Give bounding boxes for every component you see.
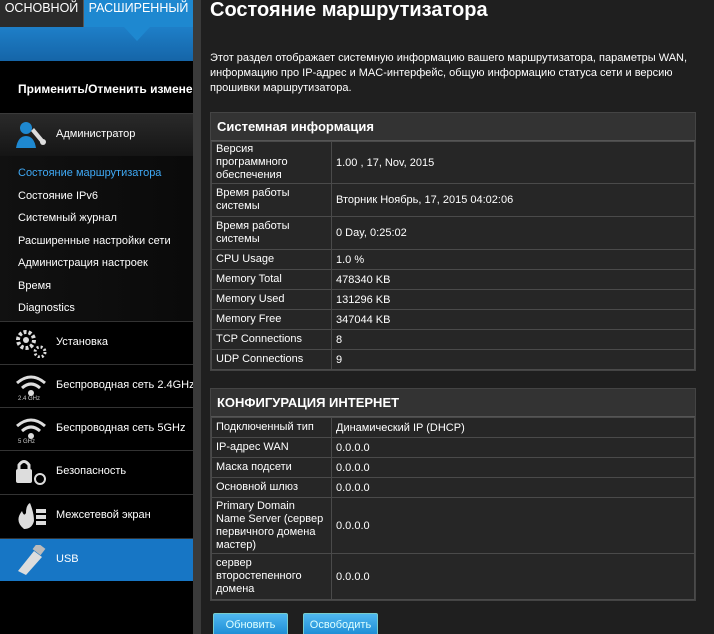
sidebar-item-setup[interactable]: Установка bbox=[0, 321, 193, 364]
main-content: Состояние маршрутизатора Этот раздел ото… bbox=[193, 0, 714, 634]
row-value: Вторник Ноябрь, 17, 2015 04:02:06 bbox=[331, 183, 695, 217]
row-value: 0 Day, 0:25:02 bbox=[331, 216, 695, 250]
row-value: 1.00 , 17, Nov, 2015 bbox=[331, 141, 695, 184]
row-value: 0.0.0.0 bbox=[331, 457, 695, 478]
table-row: UDP Connections 9 bbox=[211, 349, 695, 370]
table-row: сервер второстепенного домена 0.0.0.0 bbox=[211, 553, 695, 600]
row-key: Время работы системы bbox=[211, 216, 332, 250]
page-description: Этот раздел отображает системную информа… bbox=[210, 52, 688, 94]
sidebar-item-usb[interactable]: USB bbox=[0, 538, 193, 581]
table-row: Primary Domain Name Server (сервер перви… bbox=[211, 497, 695, 554]
system-info-title: Системная информация bbox=[211, 113, 695, 141]
table-row: TCP Connections 8 bbox=[211, 329, 695, 350]
table-row: Memory Total 478340 KB bbox=[211, 269, 695, 290]
row-key: Memory Total bbox=[211, 269, 332, 290]
sidebar-label-admin: Администратор bbox=[56, 128, 136, 140]
wifi-5-badge: 5 GHz bbox=[18, 439, 36, 445]
row-value: 0.0.0.0 bbox=[331, 437, 695, 458]
row-key: сервер второстепенного домена bbox=[211, 553, 332, 600]
tab-basic[interactable]: ОСНОВНОЙ bbox=[0, 0, 84, 27]
row-value: 1.0 % bbox=[331, 249, 695, 270]
system-info-panel: Системная информация Версия программного… bbox=[210, 112, 696, 371]
row-key: Версия программного обеспечения bbox=[211, 141, 332, 184]
submenu-ipv6-status[interactable]: Состояние IPv6 bbox=[0, 185, 193, 208]
row-key: UDP Connections bbox=[211, 349, 332, 370]
table-row: Версия программного обеспечения 1.00 , 17… bbox=[211, 141, 695, 184]
sidebar-item-wifi-24[interactable]: 2.4 GHz Беспроводная сеть 2.4GHz bbox=[0, 364, 195, 407]
row-key: Memory Used bbox=[211, 289, 332, 310]
table-row: IP-адрес WAN 0.0.0.0 bbox=[211, 437, 695, 458]
sidebar-item-admin[interactable]: Администратор bbox=[0, 114, 193, 156]
row-value: 0.0.0.0 bbox=[331, 553, 695, 600]
row-value: 131296 KB bbox=[331, 289, 695, 310]
sidebar-section-admin: Администратор Состояние маршрутизатора С… bbox=[0, 113, 193, 321]
sidebar-item-wifi-5[interactable]: 5 GHz Беспроводная сеть 5GHz bbox=[0, 407, 193, 450]
row-key: TCP Connections bbox=[211, 329, 332, 350]
internet-config-title: КОНФИГУРАЦИЯ ИНТЕРНЕТ bbox=[211, 389, 695, 417]
row-key: Время работы системы bbox=[211, 183, 332, 217]
active-tab-arrow bbox=[124, 27, 150, 41]
sidebar-label-security: Безопасность bbox=[56, 465, 127, 477]
row-value: 347044 KB bbox=[331, 309, 695, 330]
system-info-table: Версия программного обеспечения 1.00 , 17… bbox=[211, 141, 695, 370]
row-key: Primary Domain Name Server (сервер перви… bbox=[211, 497, 332, 554]
sidebar-head-wifi-24: 2.4 GHz Беспроводная сеть 2.4GHz bbox=[0, 365, 195, 407]
submenu-system-log[interactable]: Системный журнал bbox=[0, 207, 193, 230]
admin-submenu: Состояние маршрутизатора Состояние IPv6 … bbox=[0, 162, 193, 320]
sidebar-label-setup: Установка bbox=[56, 336, 108, 348]
table-row: Memory Free 347044 KB bbox=[211, 309, 695, 330]
sidebar-label-wifi-5: Беспроводная сеть 5GHz bbox=[56, 422, 186, 434]
sidebar-label-wifi-24: Беспроводная сеть 2.4GHz bbox=[56, 379, 195, 391]
submenu-settings-admin[interactable]: Администрация настроек bbox=[0, 252, 193, 275]
sidebar-head-usb: USB bbox=[0, 539, 193, 581]
row-key: Memory Free bbox=[211, 309, 332, 330]
sidebar-head-security: Безопасность bbox=[0, 451, 193, 493]
table-row: Memory Used 131296 KB bbox=[211, 289, 695, 310]
sidebar-head-wifi-5: 5 GHz Беспроводная сеть 5GHz bbox=[0, 408, 193, 450]
submenu-router-status[interactable]: Состояние маршрутизатора bbox=[0, 162, 193, 185]
usb-icon bbox=[18, 545, 46, 575]
table-row: CPU Usage 1.0 % bbox=[211, 249, 695, 270]
sidebar-item-firewall[interactable]: Межсетевой экран bbox=[0, 494, 193, 537]
page-title: Состояние маршрутизатора bbox=[210, 0, 488, 21]
lock-key-icon bbox=[16, 460, 46, 485]
row-key: IP-адрес WAN bbox=[211, 437, 332, 458]
wifi-24-badge: 2.4 GHz bbox=[18, 396, 41, 402]
row-key: Маска подсети bbox=[211, 457, 332, 478]
row-key: Подключенный тип bbox=[211, 417, 332, 438]
row-value: 478340 KB bbox=[331, 269, 695, 290]
top-tabs: ОСНОВНОЙ РАСШИРЕННЫЙ bbox=[0, 0, 193, 27]
sidebar-item-security[interactable]: Безопасность bbox=[0, 450, 193, 493]
row-key: CPU Usage bbox=[211, 249, 332, 270]
sidebar-head-firewall: Межсетевой экран bbox=[0, 495, 193, 537]
refresh-button[interactable]: Обновить bbox=[213, 613, 288, 634]
internet-config-table: Подключенный тип Динамический IP (DHCP) I… bbox=[211, 417, 695, 600]
row-value: 9 bbox=[331, 349, 695, 370]
admin-user-icon bbox=[16, 122, 46, 148]
tab-band bbox=[0, 27, 193, 61]
internet-config-panel: КОНФИГУРАЦИЯ ИНТЕРНЕТ Подключенный тип Ди… bbox=[210, 388, 696, 601]
gear-icon bbox=[16, 330, 47, 358]
sidebar-label-firewall: Межсетевой экран bbox=[56, 509, 151, 521]
tab-advanced[interactable]: РАСШИРЕННЫЙ bbox=[84, 0, 193, 27]
submenu-diagnostics[interactable]: Diagnostics bbox=[0, 297, 193, 320]
table-row: Подключенный тип Динамический IP (DHCP) bbox=[211, 417, 695, 438]
submenu-time[interactable]: Время bbox=[0, 275, 193, 298]
main-left-stripe bbox=[193, 0, 201, 634]
table-row: Время работы системы Вторник Ноябрь, 17, … bbox=[211, 183, 695, 217]
submenu-advanced-network[interactable]: Расширенные настройки сети bbox=[0, 230, 193, 253]
row-value: Динамический IP (DHCP) bbox=[331, 417, 695, 438]
row-key: Основной шлюз bbox=[211, 477, 332, 498]
row-value: 0.0.0.0 bbox=[331, 497, 695, 554]
release-button[interactable]: Освободить bbox=[303, 613, 378, 634]
sidebar: ОСНОВНОЙ РАСШИРЕННЫЙ Применить/Отменить … bbox=[0, 0, 238, 634]
row-value: 0.0.0.0 bbox=[331, 477, 695, 498]
sidebar-label-usb: USB bbox=[56, 553, 79, 565]
table-row: Основной шлюз 0.0.0.0 bbox=[211, 477, 695, 498]
sidebar-head-setup: Установка bbox=[0, 322, 193, 364]
row-value: 8 bbox=[331, 329, 695, 350]
table-row: Время работы системы 0 Day, 0:25:02 bbox=[211, 216, 695, 250]
firewall-icon bbox=[18, 503, 46, 529]
table-row: Маска подсети 0.0.0.0 bbox=[211, 457, 695, 478]
